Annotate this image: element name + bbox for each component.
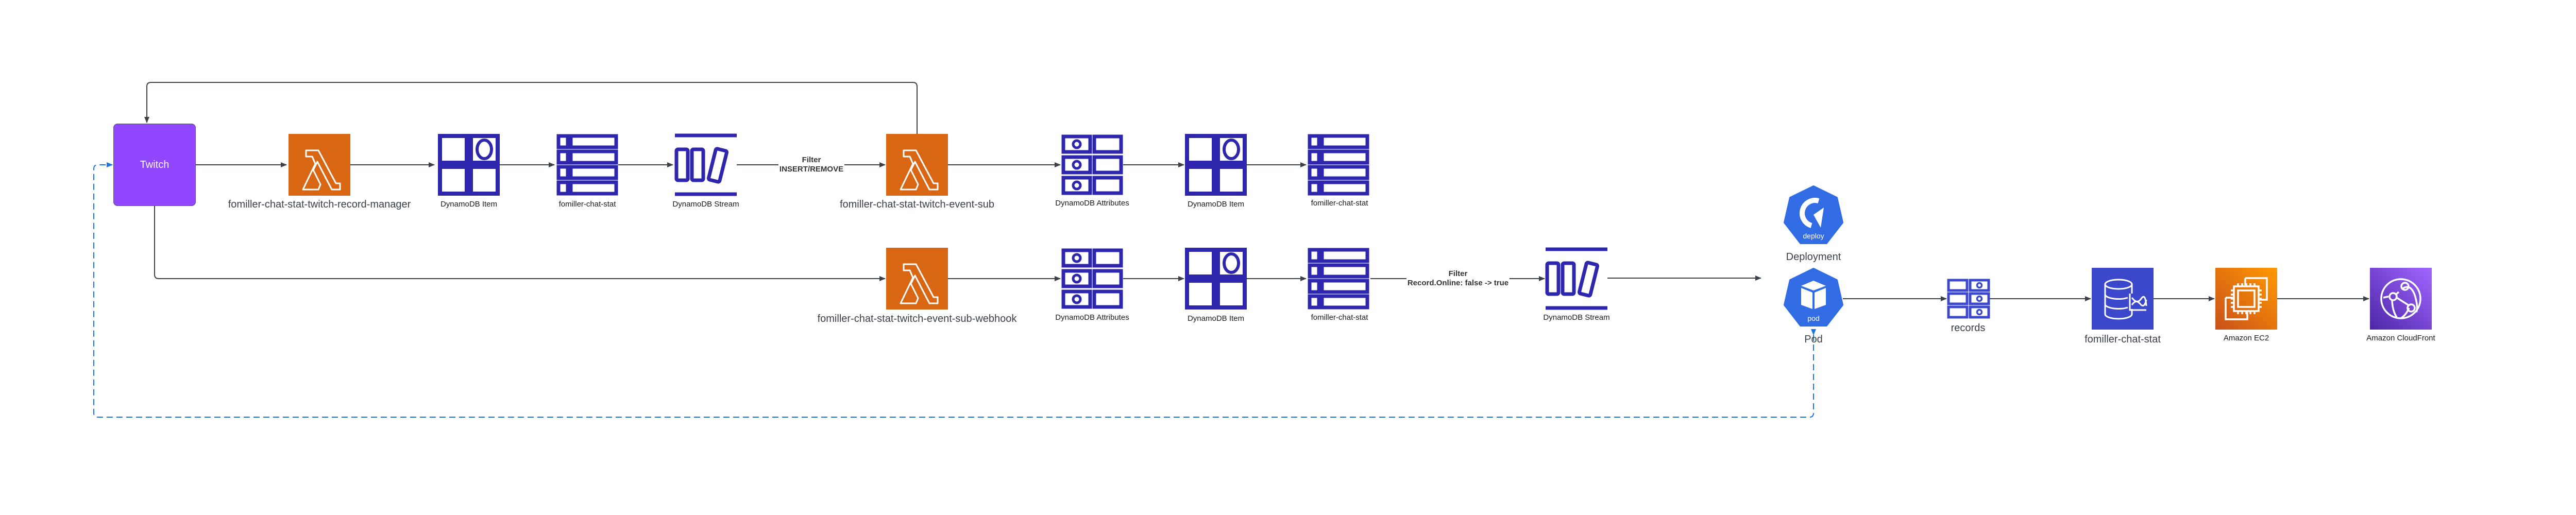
database-icon[interactable] [2092, 268, 2154, 330]
dynamodb-attributes-label: DynamoDB Attributes [1055, 313, 1129, 322]
k8s-pod-icon[interactable]: pod [1784, 268, 1843, 327]
webhook-label: fomiller-chat-stat-twitch-event-sub-webh… [817, 313, 1017, 324]
pod-badge-text: pod [1807, 314, 1819, 322]
filter-title: Filter [802, 156, 821, 164]
dynamodb-item-icon[interactable] [438, 134, 500, 196]
deployment-badge-text: deploy [1803, 232, 1824, 240]
amazon-ec2-icon[interactable] [2215, 268, 2277, 330]
dynamodb-stream-label: DynamoDB Stream [672, 200, 739, 209]
dynamodb-item-icon[interactable] [1185, 248, 1247, 310]
dynamodb-table-icon[interactable] [1308, 134, 1369, 196]
edges [144, 82, 2369, 301]
filter-insert-remove-label: Filter INSERT/REMOVE [778, 156, 845, 174]
filter-condition: INSERT/REMOVE [779, 165, 844, 174]
record-manager-label: fomiller-chat-stat-twitch-record-manager [228, 199, 411, 210]
dynamodb-item-label: DynamoDB Item [1187, 314, 1245, 323]
edge-event-sub-to-twitch [144, 82, 918, 134]
dynamodb-table-icon[interactable] [1308, 248, 1369, 310]
deployment-label: Deployment [1786, 251, 1841, 263]
lambda-webhook-icon[interactable] [886, 248, 948, 310]
filter-title: Filter [1448, 269, 1468, 278]
lambda-event-sub-icon[interactable] [886, 134, 948, 196]
dynamodb-table-icon[interactable] [556, 134, 618, 196]
dynamodb-item-label: DynamoDB Item [440, 200, 498, 209]
cloudfront-label: Amazon CloudFront [2366, 334, 2435, 342]
table-label: fomiller-chat-stat [1311, 313, 1368, 322]
database-label: fomiller-chat-stat [2084, 334, 2161, 345]
ec2-label: Amazon EC2 [2223, 334, 2269, 342]
event-sub-label: fomiller-chat-stat-twitch-event-sub [839, 199, 995, 210]
dynamodb-stream-icon[interactable] [674, 133, 737, 196]
lambda-record-manager-icon[interactable] [289, 134, 350, 196]
dynamodb-item-label: DynamoDB Item [1187, 200, 1245, 209]
dynamodb-attributes-icon[interactable] [1061, 248, 1123, 309]
edge-twitch-to-webhook [154, 206, 886, 281]
k8s-deployment-icon[interactable]: deploy [1784, 185, 1843, 244]
amazon-cloudfront-icon[interactable] [2370, 268, 2432, 330]
twitch-label: Twitch [140, 159, 170, 170]
records-label: records [1951, 322, 1986, 334]
dynamodb-attributes-label: DynamoDB Attributes [1055, 199, 1129, 208]
twitch-node[interactable]: Twitch [113, 124, 196, 206]
dynamodb-stream-icon[interactable] [1545, 247, 1607, 310]
dynamodb-attributes-icon[interactable] [1061, 134, 1123, 195]
table-label: fomiller-chat-stat [558, 200, 616, 209]
records-table-icon[interactable] [1947, 279, 1990, 319]
filter-condition: Record.Online: false -> true [1407, 279, 1509, 287]
dynamodb-item-icon[interactable] [1185, 134, 1247, 196]
dynamodb-stream-label: DynamoDB Stream [1543, 313, 1610, 322]
diagram-canvas: deploy pod [93, 82, 2432, 418]
pod-label: Pod [1804, 334, 1823, 345]
filter-record-online-label: Filter Record.Online: false -> true [1406, 269, 1510, 288]
table-label: fomiller-chat-stat [1311, 199, 1368, 208]
